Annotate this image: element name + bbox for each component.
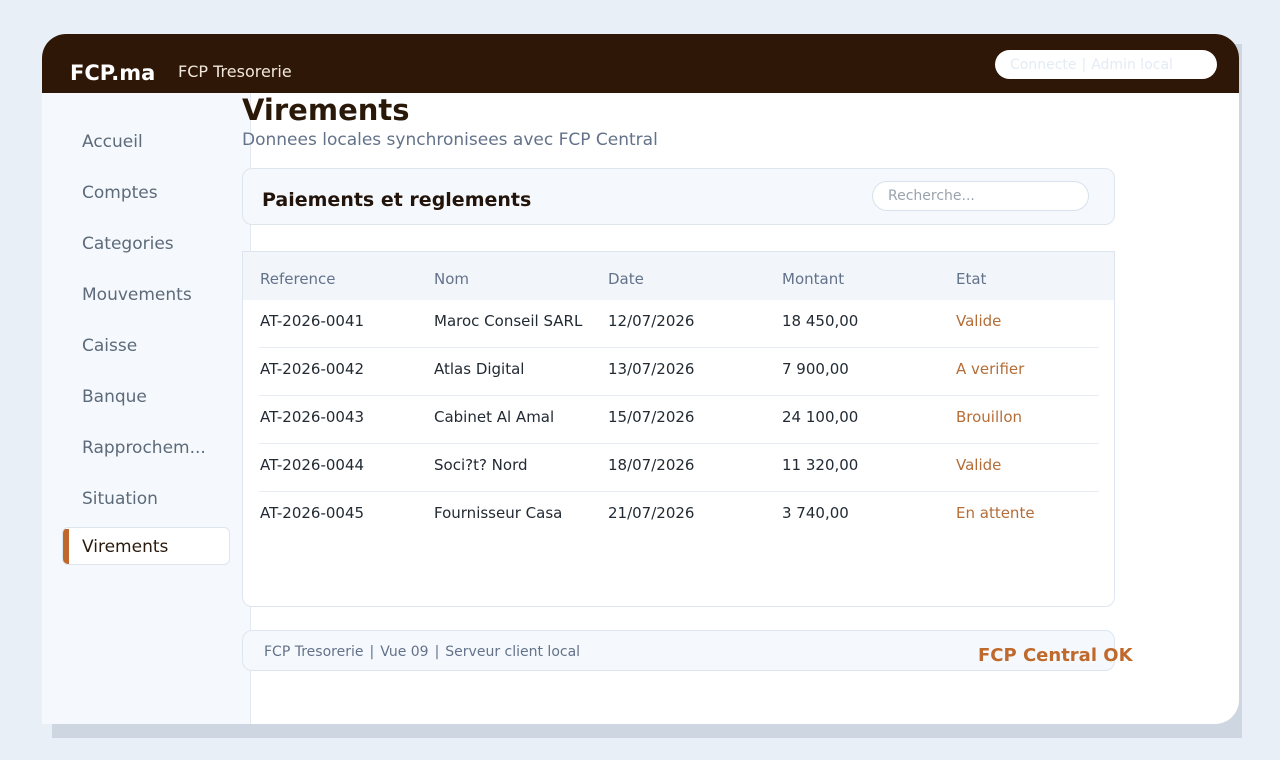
- brand-logo[interactable]: FCP.ma: [70, 61, 155, 85]
- footer-view: Vue 09: [380, 644, 429, 660]
- cell-nom: Soci?t? Nord: [434, 456, 528, 474]
- sidebar-item-mouvements[interactable]: Mouvements: [62, 276, 230, 314]
- cell-date: 21/07/2026: [608, 504, 695, 522]
- cell-nom: Fournisseur Casa: [434, 504, 563, 522]
- cell-nom: Maroc Conseil SARL: [434, 312, 583, 330]
- column-header-montant[interactable]: Montant: [782, 270, 844, 288]
- page-subtitle: Donnees locales synchronisees avec FCP C…: [242, 130, 658, 150]
- central-status-badge: FCP Central OK: [978, 645, 1133, 666]
- cell-reference: AT-2026-0043: [260, 408, 365, 426]
- panel-title: Paiements et reglements: [262, 189, 532, 211]
- search-input[interactable]: [872, 181, 1089, 211]
- table-row[interactable]: AT-2026-0043 Cabinet Al Amal 15/07/2026 …: [259, 396, 1099, 444]
- cell-nom: Atlas Digital: [434, 360, 525, 378]
- footer-app-name: FCP Tresorerie: [264, 644, 364, 660]
- cell-date: 12/07/2026: [608, 312, 695, 330]
- sidebar-item-comptes[interactable]: Comptes: [62, 174, 230, 212]
- cell-montant: 11 320,00: [782, 456, 859, 474]
- footer-separator: |: [434, 644, 440, 660]
- cell-montant: 24 100,00: [782, 408, 859, 426]
- footer-server: Serveur client local: [445, 644, 581, 660]
- table-row[interactable]: AT-2026-0044 Soci?t? Nord 18/07/2026 11 …: [259, 444, 1099, 492]
- cell-nom: Cabinet Al Amal: [434, 408, 555, 426]
- column-header-reference[interactable]: Reference: [260, 270, 336, 288]
- cell-date: 15/07/2026: [608, 408, 695, 426]
- cell-montant: 3 740,00: [782, 504, 849, 522]
- sidebar-item-situation[interactable]: Situation: [62, 480, 230, 518]
- cell-etat: En attente: [956, 504, 1035, 522]
- column-header-nom[interactable]: Nom: [434, 270, 469, 288]
- cell-etat: Valide: [956, 456, 1002, 474]
- sidebar-item-rapprochement[interactable]: Rapprochem...: [62, 429, 230, 467]
- sidebar-item-virements[interactable]: Virements: [62, 527, 230, 565]
- cell-etat: Brouillon: [956, 408, 1022, 426]
- app-title: FCP Tresorerie: [178, 62, 292, 81]
- top-bar: FCP.ma FCP Tresorerie Connecte | Admin loc…: [42, 34, 1239, 93]
- connection-status: Connecte: [1010, 57, 1077, 73]
- sidebar-item-categories[interactable]: Categories: [62, 225, 230, 263]
- cell-reference: AT-2026-0044: [260, 456, 365, 474]
- payments-table: Reference Nom Date Montant Etat AT-2026-…: [242, 251, 1115, 607]
- table-header: Reference Nom Date Montant Etat: [243, 252, 1114, 300]
- cell-date: 13/07/2026: [608, 360, 695, 378]
- cell-montant: 7 900,00: [782, 360, 849, 378]
- status-separator: |: [1081, 57, 1087, 73]
- page-title: Virements: [242, 93, 410, 127]
- table-row[interactable]: AT-2026-0045 Fournisseur Casa 21/07/2026…: [259, 492, 1099, 540]
- current-user: Admin local: [1091, 57, 1173, 73]
- cell-reference: AT-2026-0042: [260, 360, 365, 378]
- sidebar-item-caisse[interactable]: Caisse: [62, 327, 230, 365]
- connection-status-pill: Connecte | Admin local: [995, 50, 1217, 79]
- panel-header: Paiements et reglements: [242, 168, 1115, 225]
- footer-info: FCP Tresorerie | Vue 09 | Serveur client loc…: [264, 644, 580, 660]
- column-header-date[interactable]: Date: [608, 270, 644, 288]
- sidebar-item-banque[interactable]: Banque: [62, 378, 230, 416]
- cell-etat: A verifier: [956, 360, 1025, 378]
- cell-reference: AT-2026-0045: [260, 504, 365, 522]
- cell-etat: Valide: [956, 312, 1002, 330]
- table-row[interactable]: AT-2026-0041 Maroc Conseil SARL 12/07/20…: [259, 300, 1099, 348]
- footer-separator: |: [369, 644, 375, 660]
- column-header-etat[interactable]: Etat: [956, 270, 986, 288]
- sidebar: Accueil Comptes Categories Mouvements Ca…: [42, 93, 251, 724]
- table-row[interactable]: AT-2026-0042 Atlas Digital 13/07/2026 7 …: [259, 348, 1099, 396]
- cell-montant: 18 450,00: [782, 312, 859, 330]
- cell-date: 18/07/2026: [608, 456, 695, 474]
- sidebar-item-accueil[interactable]: Accueil: [62, 123, 230, 161]
- cell-reference: AT-2026-0041: [260, 312, 365, 330]
